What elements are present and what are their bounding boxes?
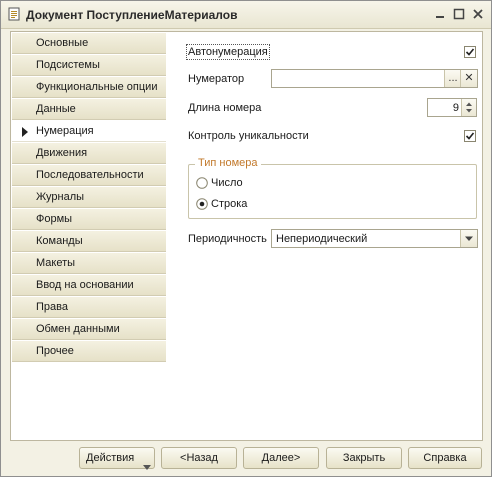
minimize-icon[interactable]	[433, 7, 447, 21]
number-type-group-title: Тип номера	[195, 157, 261, 169]
nav-item-formy[interactable]: Формы	[12, 209, 166, 230]
nav-item-label: Журналы	[36, 191, 85, 203]
nav-item-numeraciya[interactable]: Нумерация	[12, 121, 166, 142]
numerator-clear-button[interactable]: ✕	[460, 70, 477, 87]
number-type-option-number[interactable]: Число	[211, 177, 243, 189]
help-button[interactable]: Справка	[408, 447, 482, 469]
nav-item-dannye[interactable]: Данные	[12, 99, 166, 120]
uniqueness-control-checkbox[interactable]	[464, 130, 476, 142]
nav-item-label: Формы	[36, 213, 73, 225]
nav-item-label: Подсистемы	[36, 59, 100, 71]
nav-item-prava[interactable]: Права	[12, 297, 166, 318]
number-type-radio-number[interactable]	[196, 177, 208, 189]
section-navigation: Основные Подсистемы Функциональные опции…	[10, 31, 168, 441]
dialog-window: Документ ПоступлениеМатериалов Основные …	[0, 0, 492, 477]
nav-item-prochee[interactable]: Прочее	[12, 341, 166, 362]
uniqueness-control-label: Контроль уникальности	[188, 130, 309, 142]
current-section-arrow-icon	[21, 127, 29, 137]
document-icon	[7, 7, 21, 21]
nav-item-label: Команды	[36, 235, 83, 247]
nav-item-label: Нумерация	[36, 125, 94, 137]
next-button[interactable]: Далее>	[243, 447, 319, 469]
actions-button-label: Действия	[86, 452, 135, 464]
actions-button[interactable]: Действия	[79, 447, 155, 470]
periodicity-value: Непериодический	[276, 233, 368, 245]
numerator-label: Нумератор	[188, 73, 245, 85]
close-icon[interactable]	[471, 7, 485, 21]
nav-item-label: Последовательности	[36, 169, 144, 181]
autonumbering-checkbox[interactable]	[464, 46, 476, 58]
nav-item-label: Права	[36, 301, 68, 313]
dropdown-arrow-icon	[143, 457, 151, 470]
numerator-select-button[interactable]: ...	[444, 70, 461, 87]
title-bar[interactable]: Документ ПоступлениеМатериалов	[1, 1, 491, 29]
number-type-option-string[interactable]: Строка	[211, 198, 247, 210]
nav-item-podsistemy[interactable]: Подсистемы	[12, 55, 166, 76]
window-title: Документ ПоступлениеМатериалов	[26, 8, 238, 22]
back-button[interactable]: <Назад	[161, 447, 237, 469]
periodicity-label: Периодичность	[188, 233, 267, 245]
nav-item-zhurnaly[interactable]: Журналы	[12, 187, 166, 208]
number-type-group	[188, 164, 477, 219]
number-length-value: 9	[452, 102, 459, 114]
close-button[interactable]: Закрыть	[326, 447, 402, 469]
nav-item-vvod-na-osnovanii[interactable]: Ввод на основании	[12, 275, 166, 296]
nav-item-label: Движения	[36, 147, 88, 159]
spinner-arrows-icon[interactable]	[461, 99, 476, 116]
nav-item-funkcionalnye-opcii[interactable]: Функциональные опции	[12, 77, 166, 98]
nav-item-label: Функциональные опции	[36, 81, 158, 93]
nav-item-obmen-dannymi[interactable]: Обмен данными	[12, 319, 166, 340]
nav-item-label: Прочее	[36, 345, 74, 357]
nav-item-label: Ввод на основании	[36, 279, 134, 291]
periodicity-select[interactable]: Непериодический	[271, 229, 478, 248]
nav-item-label: Данные	[36, 103, 76, 115]
number-length-spinner[interactable]: 9	[427, 98, 477, 117]
number-type-radio-string[interactable]	[196, 198, 208, 210]
nav-item-dvizheniya[interactable]: Движения	[12, 143, 166, 164]
nav-item-osnovnye[interactable]: Основные	[12, 33, 166, 54]
nav-item-posledovatelnosti[interactable]: Последовательности	[12, 165, 166, 186]
nav-item-label: Основные	[36, 37, 89, 49]
chevron-down-icon[interactable]	[460, 230, 477, 247]
maximize-icon[interactable]	[452, 7, 466, 21]
number-length-label: Длина номера	[188, 102, 262, 114]
numerator-field[interactable]: ... ✕	[271, 69, 478, 88]
autonumbering-label[interactable]: Автонумерация	[186, 44, 270, 60]
nav-item-label: Макеты	[36, 257, 76, 269]
nav-item-komandy[interactable]: Команды	[12, 231, 166, 252]
nav-item-label: Обмен данными	[36, 323, 120, 335]
nav-item-makety[interactable]: Макеты	[12, 253, 166, 274]
